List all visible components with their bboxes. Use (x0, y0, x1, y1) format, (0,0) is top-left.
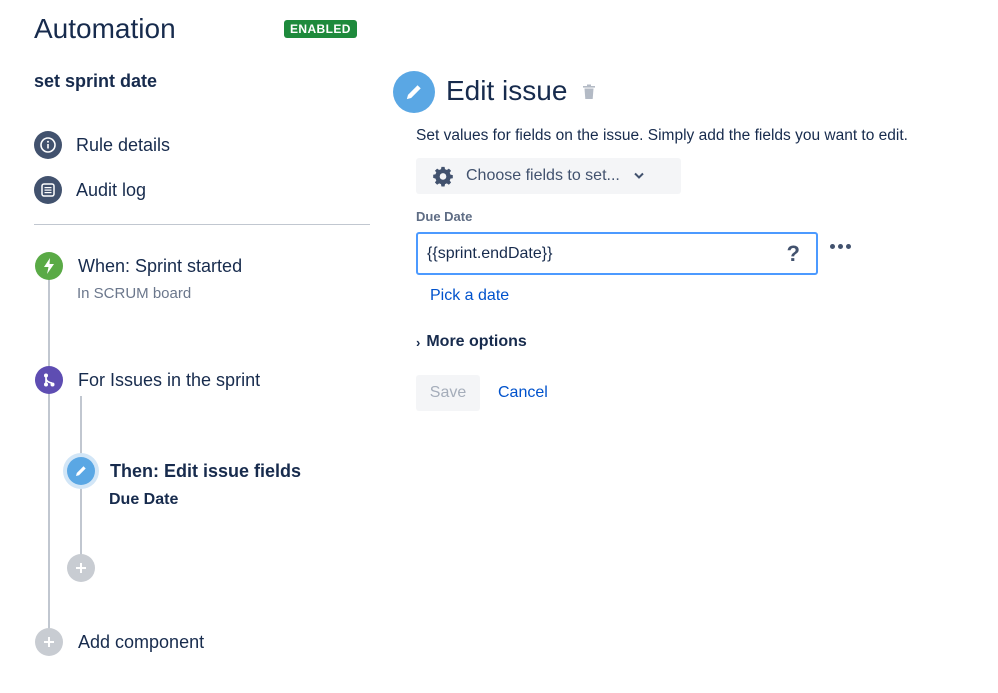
pencil-icon (406, 85, 421, 100)
add-component-button[interactable]: Add component (78, 632, 204, 653)
choose-fields-label: Choose fields to set... (466, 167, 620, 184)
trigger-node[interactable] (35, 252, 63, 280)
lightning-icon (44, 258, 54, 274)
status-badge: ENABLED (284, 20, 357, 38)
sidebar-item-audit-log[interactable]: Audit log (34, 176, 146, 204)
add-branch-action-button[interactable] (67, 554, 95, 582)
trash-icon[interactable] (582, 84, 596, 105)
sidebar-item-label: Audit log (76, 179, 147, 200)
list-icon (34, 176, 62, 204)
cancel-button[interactable]: Cancel (498, 384, 548, 402)
pick-a-date-link[interactable]: Pick a date (430, 287, 509, 305)
action-label[interactable]: Then: Edit issue fields (110, 461, 301, 482)
edit-issue-icon (393, 71, 435, 113)
editor-description: Set values for fields on the issue. Simp… (416, 127, 908, 144)
editor-title: Edit issue (446, 75, 568, 106)
gear-icon (432, 165, 454, 187)
chevron-right-icon: › (416, 334, 421, 350)
due-date-value: {{sprint.endDate}} (427, 244, 553, 262)
chevron-down-icon (634, 172, 644, 180)
pencil-icon (76, 466, 86, 476)
branch-node[interactable] (35, 366, 63, 394)
rule-name: set sprint date (34, 71, 158, 91)
more-options-label: More options (426, 333, 527, 350)
branch-label[interactable]: For Issues in the sprint (78, 370, 260, 391)
page-title: Automation (34, 13, 176, 44)
sidebar-divider (34, 224, 370, 225)
info-icon (34, 131, 62, 159)
plus-icon (76, 563, 86, 573)
timeline-line (48, 279, 50, 629)
sidebar-item-rule-details[interactable]: Rule details (34, 131, 170, 159)
trigger-sub: In SCRUM board (77, 285, 192, 302)
due-date-input[interactable]: {{sprint.endDate}} ? (416, 232, 818, 275)
choose-fields-dropdown[interactable]: Choose fields to set... (416, 158, 681, 194)
sidebar-item-label: Rule details (76, 134, 171, 155)
plus-icon (44, 637, 54, 647)
more-actions-icon[interactable] (830, 244, 851, 249)
add-component-icon[interactable] (35, 628, 63, 656)
help-icon[interactable]: ? (787, 241, 800, 267)
action-sub: Due Date (109, 491, 179, 508)
save-button[interactable]: Save (416, 375, 480, 411)
action-node[interactable] (67, 457, 95, 485)
due-date-label: Due Date (416, 209, 473, 224)
trigger-label[interactable]: When: Sprint started (78, 256, 242, 277)
more-options-toggle[interactable]: › More options (416, 333, 527, 351)
branch-icon (44, 373, 55, 387)
